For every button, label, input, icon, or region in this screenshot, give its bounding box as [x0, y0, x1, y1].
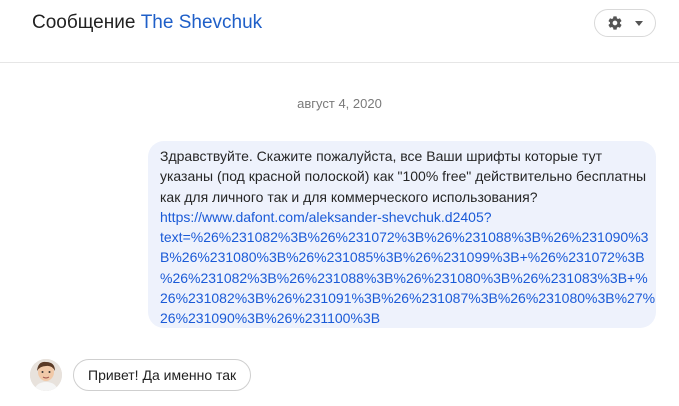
message-link-line[interactable]: 26%231082%3B%26%231091%3B%26%231087%3B%2…: [160, 288, 655, 308]
gear-icon: [608, 16, 622, 30]
message-link-line[interactable]: B%26%231080%3B%26%231085%3B%26%231099%3B…: [160, 247, 646, 267]
message-link-line[interactable]: https://www.dafont.com/aleksander-shevch…: [160, 207, 646, 227]
message-text-line: указаны (под красной полоской) как "100%…: [160, 168, 647, 185]
header: Сообщение The Shevchuk: [0, 0, 679, 63]
avatar-portrait: [30, 359, 62, 391]
message-date: август 4, 2020: [297, 96, 382, 111]
settings-dropdown-button[interactable]: [594, 9, 656, 37]
message-page: Сообщение The Shevchuk август 4, 2020 Зд…: [0, 0, 679, 406]
title-prefix: Сообщение: [32, 12, 136, 33]
message-link-line[interactable]: text=%26%231082%3B%26%231072%3B%26%23108…: [160, 227, 648, 247]
page-title: Сообщение The Shevchuk: [32, 12, 262, 34]
message-text-line: как для личного так и для коммерческого …: [160, 188, 538, 205]
avatar[interactable]: [30, 359, 62, 391]
message-link-line[interactable]: %26%231082%3B%26%231088%3B%26%231080%3B%…: [160, 268, 648, 288]
sent-message-bubble: Здравствуйте. Скажите пожалуйста, все Ва…: [148, 141, 656, 328]
received-message-bubble: Привет! Да именно так: [73, 359, 252, 391]
caret-down-icon: [635, 21, 643, 26]
recipient-name-link[interactable]: The Shevchuk: [141, 12, 262, 33]
message-text-line: Здравствуйте. Скажите пожалуйста, все Ва…: [160, 148, 603, 164]
message-link-line[interactable]: 26%231090%3B%26%231100%3B: [160, 308, 646, 328]
